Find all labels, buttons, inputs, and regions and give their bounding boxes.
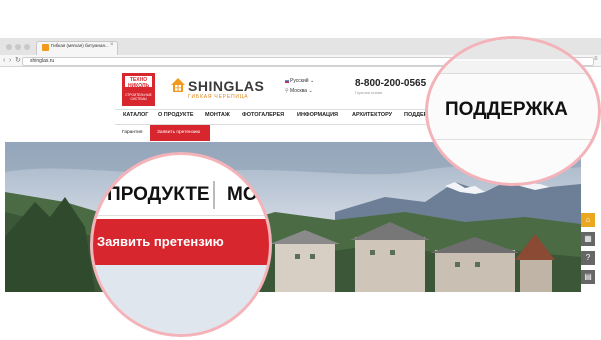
city-selector[interactable]: Москва ⌄	[290, 88, 313, 94]
hotline-phone[interactable]: 8-800-200-0565	[355, 78, 426, 89]
subnav-claim[interactable]: Заявить претензию	[157, 130, 200, 135]
location-pin-icon: ⚲	[285, 88, 289, 94]
magnifier-menu-icon: ≡	[593, 61, 599, 71]
language-selector[interactable]: Русский ⌄	[290, 78, 314, 84]
magnifier-chrome-strip	[428, 39, 598, 59]
shinglas-logo-text[interactable]: SHINGLAS	[188, 78, 264, 94]
nav-installation[interactable]: МОНТАЖ	[205, 112, 230, 118]
reload-icon[interactable]: ↻	[15, 56, 21, 65]
shinglas-house-icon	[171, 78, 185, 92]
zoomed-hero-sky	[93, 265, 269, 334]
grid-icon[interactable]: ▦	[581, 232, 595, 246]
zoomed-mo-label[interactable]: МО	[227, 184, 258, 206]
back-icon[interactable]: ‹	[3, 56, 5, 65]
nav-information[interactable]: ИНФОРМАЦИЯ	[297, 112, 338, 118]
nav-catalog[interactable]: КАТАЛОГ	[123, 112, 148, 118]
minimize-window-button[interactable]	[15, 44, 21, 50]
zoomed-nav-separator	[213, 181, 215, 209]
nav-gallery[interactable]: ФОТОГАЛЕРЕЯ	[242, 112, 284, 118]
nav-architect[interactable]: АРХИТЕКТОРУ	[352, 112, 392, 118]
technonicol-logo-subtext: СТРОИТЕЛЬНЫЕ СИСТЕМЫ	[125, 93, 152, 101]
shinglas-tagline: ГИБКАЯ ЧЕРЕПИЦА	[188, 94, 249, 100]
nav-about-product[interactable]: О ПРОДУКТЕ	[158, 112, 194, 118]
zoomed-support-label[interactable]: ПОДДЕРЖКА	[445, 99, 568, 121]
subnav-warranty[interactable]: Гарантия	[122, 130, 142, 135]
calculator-icon[interactable]: ▤	[581, 270, 595, 284]
help-icon[interactable]: ?	[581, 251, 595, 265]
magnifier-claim: О ПРОДУКТЕ МО Заявить претензию	[90, 152, 272, 337]
zoomed-claim-label: Заявить претензию	[97, 234, 224, 249]
hotline-label: Горячая линия	[355, 90, 383, 95]
zoomed-nav-line	[93, 215, 269, 216]
home-icon[interactable]: ⌂	[581, 213, 595, 227]
magnifier-divider	[428, 139, 598, 140]
url-text: shinglas.ru	[30, 58, 55, 64]
technonicol-logo-text: ТЕХНО НИКОЛЬ	[127, 77, 150, 89]
forward-icon[interactable]: ›	[9, 56, 11, 65]
magnifier-toolbar-strip	[428, 61, 598, 74]
zoomed-about-label[interactable]: О ПРОДУКТЕ	[93, 184, 210, 206]
russian-flag-icon	[285, 79, 289, 83]
maximize-window-button[interactable]	[24, 44, 30, 50]
close-tab-icon[interactable]: ×	[110, 42, 114, 48]
close-window-button[interactable]	[6, 44, 12, 50]
tab-title: Гибкая (мягкая) битумная...	[51, 43, 109, 48]
favicon-icon	[42, 44, 49, 51]
magnifier-support: ≡ ПОДДЕРЖКА	[425, 36, 601, 186]
